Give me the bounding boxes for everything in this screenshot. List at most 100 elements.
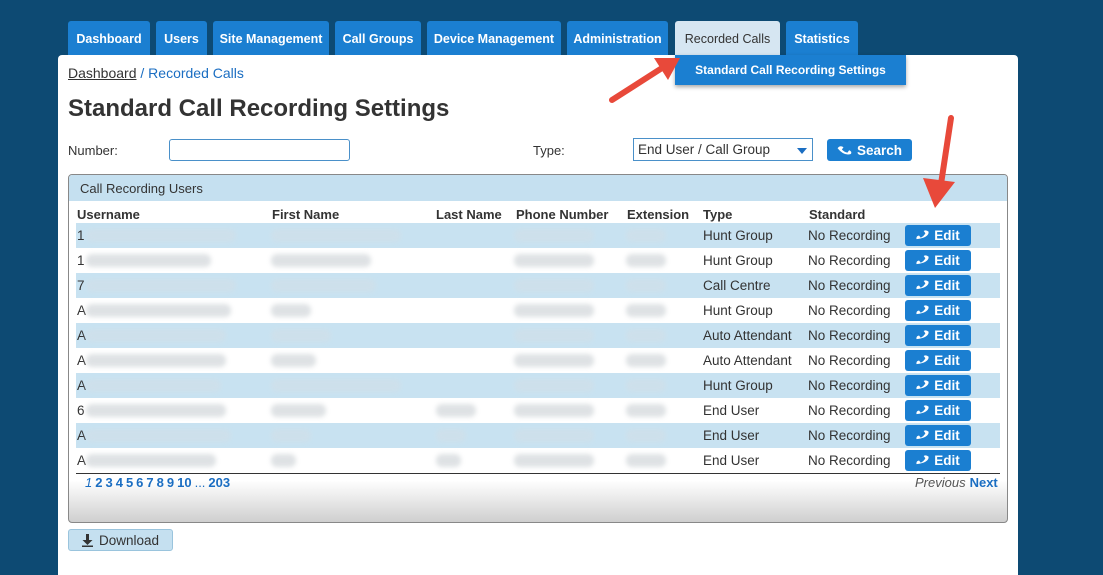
annotation-arrow-icon	[923, 115, 955, 208]
breadcrumb-current-link[interactable]: Recorded Calls	[148, 65, 244, 81]
page-link[interactable]: 3	[105, 475, 112, 490]
type-cell: End User	[703, 403, 760, 418]
next-link[interactable]: Next	[970, 475, 998, 490]
type-cell: Auto Attendant	[703, 328, 792, 343]
username-cell: A	[77, 328, 87, 343]
edit-button[interactable]: Edit	[905, 275, 971, 296]
standard-cell: No Recording	[808, 378, 891, 393]
edit-button[interactable]: Edit	[905, 425, 971, 446]
standard-cell: No Recording	[808, 303, 891, 318]
table-row: A Auto Attendant No Recording Edit	[76, 348, 1000, 373]
phone-icon	[916, 304, 929, 314]
page-link[interactable]: 9	[167, 475, 174, 490]
tab-recorded-calls[interactable]: Recorded Calls	[675, 21, 780, 56]
redacted-text	[626, 304, 666, 317]
standard-cell: No Recording	[808, 403, 891, 418]
edit-button[interactable]: Edit	[905, 225, 971, 246]
redacted-text	[86, 404, 226, 417]
type-cell: Hunt Group	[703, 253, 773, 268]
number-label: Number:	[68, 143, 118, 158]
edit-button-label: Edit	[934, 428, 960, 443]
tab-call-groups[interactable]: Call Groups	[335, 21, 421, 56]
redacted-text	[626, 279, 666, 292]
redacted-text	[271, 254, 371, 267]
redacted-text	[626, 354, 666, 367]
tab-users[interactable]: Users	[156, 21, 207, 56]
table-row: 1 Hunt Group No Recording Edit	[76, 223, 1000, 248]
redacted-text	[86, 429, 231, 442]
page-ellipsis: ...	[194, 475, 206, 490]
edit-button-label: Edit	[934, 403, 960, 418]
redacted-text	[86, 354, 226, 367]
tab-site-management[interactable]: Site Management	[213, 21, 329, 56]
type-cell: Call Centre	[703, 278, 771, 293]
number-input[interactable]	[169, 139, 350, 161]
edit-button[interactable]: Edit	[905, 450, 971, 471]
page-link[interactable]: 2	[95, 475, 102, 490]
redacted-text	[626, 404, 666, 417]
username-cell: A	[77, 378, 87, 393]
redacted-text	[271, 279, 376, 292]
redacted-text	[514, 379, 594, 392]
page-link[interactable]: 10	[177, 475, 191, 490]
standard-cell: No Recording	[808, 328, 891, 343]
edit-button[interactable]: Edit	[905, 400, 971, 421]
tab-device-management[interactable]: Device Management	[427, 21, 561, 56]
redacted-text	[271, 329, 331, 342]
page-link-last[interactable]: 203	[208, 475, 230, 490]
redacted-text	[514, 454, 594, 467]
type-select[interactable]: End User / Call Group	[633, 138, 813, 161]
edit-button[interactable]: Edit	[905, 350, 971, 371]
phone-icon	[916, 429, 929, 439]
username-cell: 1	[77, 253, 85, 268]
breadcrumb-home-link[interactable]: Dashboard	[68, 65, 137, 81]
redacted-text	[271, 229, 401, 242]
username-cell: 6	[77, 403, 85, 418]
edit-button[interactable]: Edit	[905, 250, 971, 271]
redacted-text	[271, 404, 326, 417]
page-link[interactable]: 8	[157, 475, 164, 490]
download-button[interactable]: Download	[68, 529, 173, 551]
redacted-text	[436, 454, 461, 467]
redacted-text	[271, 304, 311, 317]
standard-cell: No Recording	[808, 228, 891, 243]
username-cell: 7	[77, 278, 85, 293]
edit-button-label: Edit	[934, 228, 960, 243]
page-title: Standard Call Recording Settings	[68, 95, 450, 122]
col-header-extension: Extension	[627, 207, 690, 222]
tab-dashboard[interactable]: Dashboard	[68, 21, 150, 56]
type-cell: Auto Attendant	[703, 353, 792, 368]
edit-button[interactable]: Edit	[905, 375, 971, 396]
phone-icon	[837, 146, 852, 155]
redacted-text	[514, 229, 594, 242]
breadcrumb: Dashboard / Recorded Calls	[68, 65, 244, 81]
redacted-text	[626, 379, 666, 392]
redacted-text	[86, 254, 211, 267]
breadcrumb-separator: /	[136, 65, 149, 81]
type-cell: End User	[703, 428, 760, 443]
standard-cell: No Recording	[808, 278, 891, 293]
redacted-text	[436, 429, 466, 442]
username-cell: A	[77, 428, 87, 443]
edit-button[interactable]: Edit	[905, 325, 971, 346]
table-title: Call Recording Users	[69, 175, 1007, 201]
phone-icon	[916, 454, 929, 464]
redacted-text	[626, 454, 666, 467]
table-row: 6 End User No Recording Edit	[76, 398, 1000, 423]
phone-icon	[916, 354, 929, 364]
tab-statistics[interactable]: Statistics	[786, 21, 858, 56]
dropdown-item-standard-call-recording-settings[interactable]: Standard Call Recording Settings	[675, 55, 906, 85]
page-link[interactable]: 4	[116, 475, 123, 490]
page-link[interactable]: 7	[146, 475, 153, 490]
redacted-text	[626, 229, 666, 242]
search-button[interactable]: Search	[827, 139, 912, 161]
phone-icon	[916, 229, 929, 239]
annotation-arrow-icon	[609, 58, 680, 103]
table-row: 1 Hunt Group No Recording Edit	[76, 248, 1000, 273]
edit-button-label: Edit	[934, 353, 960, 368]
page-link[interactable]: 5	[126, 475, 133, 490]
redacted-text	[514, 254, 594, 267]
page-link[interactable]: 6	[136, 475, 143, 490]
type-cell: End User	[703, 453, 760, 468]
edit-button[interactable]: Edit	[905, 300, 971, 321]
